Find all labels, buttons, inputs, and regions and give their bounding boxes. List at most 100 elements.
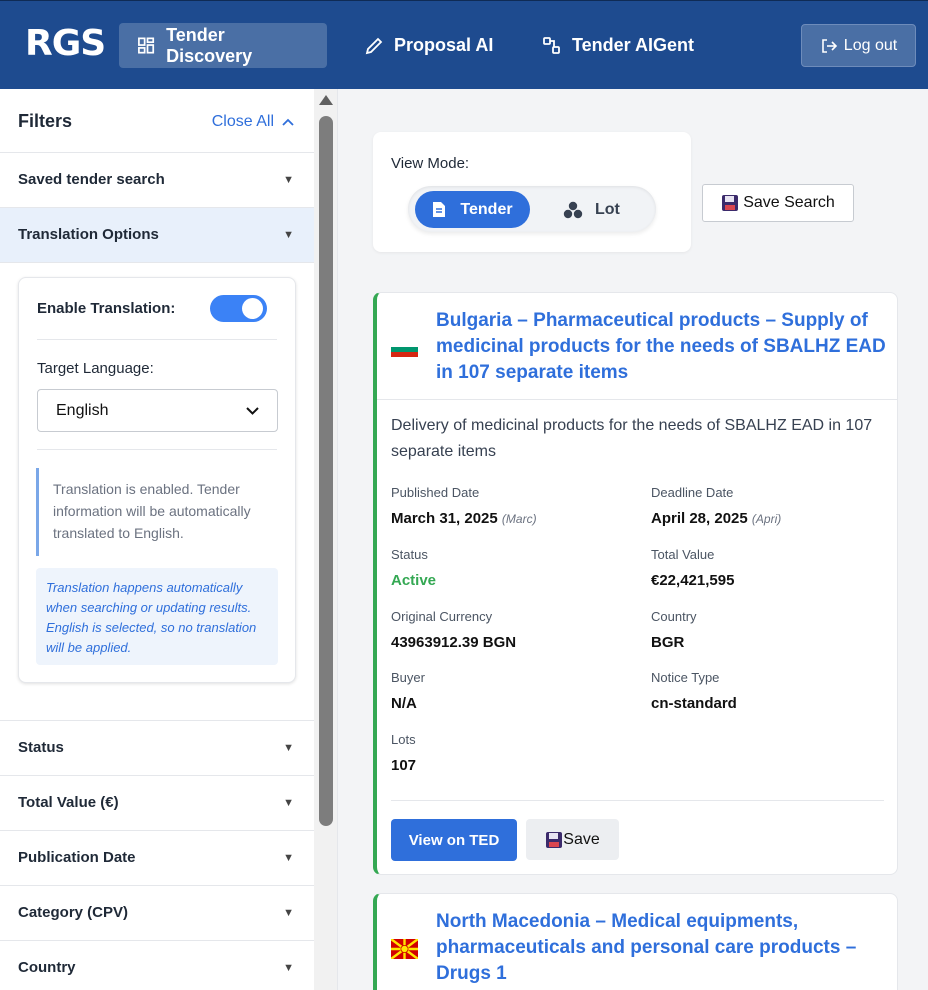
lots-value: 107 xyxy=(391,757,417,774)
tender-title-link[interactable]: Bulgaria – Pharmaceutical products – Sup… xyxy=(436,308,886,386)
deadline-date-value: April 28, 2025 (Apri) xyxy=(651,510,881,527)
view-mode-lot-button[interactable]: Lot xyxy=(563,191,620,228)
chevron-up-icon xyxy=(282,118,294,126)
nav-tender-aigent[interactable]: Tender AIGent xyxy=(524,23,712,68)
tender-card-header: Bulgaria – Pharmaceutical products – Sup… xyxy=(377,293,897,400)
nav-proposal-ai[interactable]: Proposal AI xyxy=(346,23,511,68)
caret-down-icon: ▼ xyxy=(283,962,294,974)
pencil-icon xyxy=(365,37,383,54)
filter-label: Country xyxy=(18,959,76,976)
tender-card: North Macedonia – Medical equipments, ph… xyxy=(373,893,898,990)
status-label: Status xyxy=(391,547,428,562)
total-value-field: Total Value €22,421,595 xyxy=(651,547,881,589)
published-date-label: Published Date xyxy=(391,485,480,500)
total-value-label: Total Value xyxy=(651,547,715,562)
caret-down-icon: ▼ xyxy=(283,852,294,864)
sidebar-scrollbar[interactable] xyxy=(314,89,338,990)
filter-saved-tender-search[interactable]: Saved tender search ▼ xyxy=(0,153,314,208)
close-all-button[interactable]: Close All xyxy=(212,113,294,131)
translation-card: Enable Translation: Target Language: Eng… xyxy=(18,277,296,683)
close-all-label: Close All xyxy=(211,113,274,130)
tender-card: Bulgaria – Pharmaceutical products – Sup… xyxy=(373,292,898,875)
caret-down-icon: ▼ xyxy=(283,174,294,186)
buyer-value: N/A xyxy=(391,695,417,712)
deadline-date-text: April 28, 2025 xyxy=(651,510,748,527)
status-field: Status Active xyxy=(391,547,621,589)
translation-info: Translation is enabled. Tender informati… xyxy=(36,468,278,556)
filter-label: Total Value (€) xyxy=(18,794,119,811)
filter-label: Publication Date xyxy=(18,849,136,866)
card-divider xyxy=(391,800,884,801)
country-value: BGR xyxy=(651,634,685,651)
lots-field: Lots 107 xyxy=(391,732,621,774)
tender-description: Delivery of medicinal products for the n… xyxy=(391,417,873,460)
translation-panel: Enable Translation: Target Language: Eng… xyxy=(0,263,314,721)
nav-label: Tender Discovery xyxy=(166,24,253,66)
status-value: Active xyxy=(391,572,437,589)
rgs-logo[interactable]: RGS xyxy=(25,23,106,64)
bulgaria-flag-icon xyxy=(391,342,418,357)
cubes-icon xyxy=(563,201,583,218)
save-tender-label: Save xyxy=(563,830,600,848)
filter-status[interactable]: Status ▼ xyxy=(0,721,314,776)
translation-note: Translation happens automatically when s… xyxy=(36,568,278,665)
caret-down-icon: ▼ xyxy=(283,797,294,809)
nav-label: Tender AIGent xyxy=(572,35,695,55)
filter-label: Translation Options xyxy=(18,226,159,243)
filter-category-cpv[interactable]: Category (CPV) ▼ xyxy=(0,886,314,941)
view-mode-tender-button[interactable]: Tender xyxy=(415,191,530,228)
caret-down-icon: ▼ xyxy=(283,742,294,754)
floppy-disk-icon xyxy=(546,831,563,848)
view-mode-panel: View Mode: Tender Lot xyxy=(373,132,691,252)
tender-title-link[interactable]: North Macedonia – Medical equipments, ph… xyxy=(436,909,886,987)
target-language-value: English xyxy=(56,401,109,419)
nav-label: Proposal AI xyxy=(394,35,494,55)
logout-label: Log out xyxy=(843,36,898,54)
grid-icon xyxy=(138,37,155,54)
caret-down-icon: ▼ xyxy=(283,229,294,241)
filter-publication-date[interactable]: Publication Date ▼ xyxy=(0,831,314,886)
filter-label: Category (CPV) xyxy=(18,904,129,921)
filter-translation-options[interactable]: Translation Options ▼ xyxy=(0,208,314,263)
view-mode-switch: Tender Lot xyxy=(408,186,656,232)
floppy-disk-icon xyxy=(722,195,739,211)
published-date-sub: (Marc) xyxy=(501,512,537,526)
filters-title: Filters xyxy=(18,111,73,131)
divider xyxy=(37,449,277,450)
filter-total-value[interactable]: Total Value (€) ▼ xyxy=(0,776,314,831)
view-mode-label: View Mode: xyxy=(391,155,470,172)
save-tender-button[interactable]: Save xyxy=(526,819,619,860)
notice-type-field: Notice Type cn-standard xyxy=(651,670,881,712)
enable-translation-toggle[interactable] xyxy=(210,295,267,322)
nav-tender-discovery[interactable]: Tender Discovery xyxy=(119,23,327,68)
filter-country[interactable]: Country ▼ xyxy=(0,941,314,990)
notice-type-value: cn-standard xyxy=(651,695,737,712)
view-on-ted-button[interactable]: View on TED xyxy=(391,819,517,861)
filter-label: Saved tender search xyxy=(18,171,165,188)
lots-label: Lots xyxy=(391,732,416,747)
scroll-up-arrow[interactable] xyxy=(319,95,333,105)
chevron-down-icon xyxy=(246,406,259,415)
save-search-button[interactable]: Save Search xyxy=(702,184,854,222)
original-currency-field: Original Currency 43963912.39 BGN xyxy=(391,609,621,651)
divider xyxy=(37,339,277,340)
filter-label: Status xyxy=(18,739,64,756)
view-mode-tender-label: Tender xyxy=(460,200,513,218)
buyer-label: Buyer xyxy=(391,670,425,685)
logout-button[interactable]: Log out xyxy=(801,24,916,67)
published-date-text: March 31, 2025 xyxy=(391,510,498,527)
deadline-date-sub: (Apri) xyxy=(751,512,782,526)
target-language-label: Target Language: xyxy=(37,360,154,377)
filters-sidebar: Filters Close All Saved tender search ▼ … xyxy=(0,89,314,990)
filters-header: Filters Close All xyxy=(0,89,314,153)
target-language-select[interactable]: English xyxy=(37,389,278,432)
scroll-thumb[interactable] xyxy=(319,116,333,826)
original-currency-label: Original Currency xyxy=(391,609,493,624)
logout-icon xyxy=(821,38,837,53)
deadline-date-label: Deadline Date xyxy=(651,485,734,500)
document-icon xyxy=(433,202,446,217)
north-macedonia-flag-icon xyxy=(391,939,418,959)
nodes-icon xyxy=(543,36,560,54)
published-date-value: March 31, 2025 (Marc) xyxy=(391,510,621,527)
caret-down-icon: ▼ xyxy=(283,907,294,919)
